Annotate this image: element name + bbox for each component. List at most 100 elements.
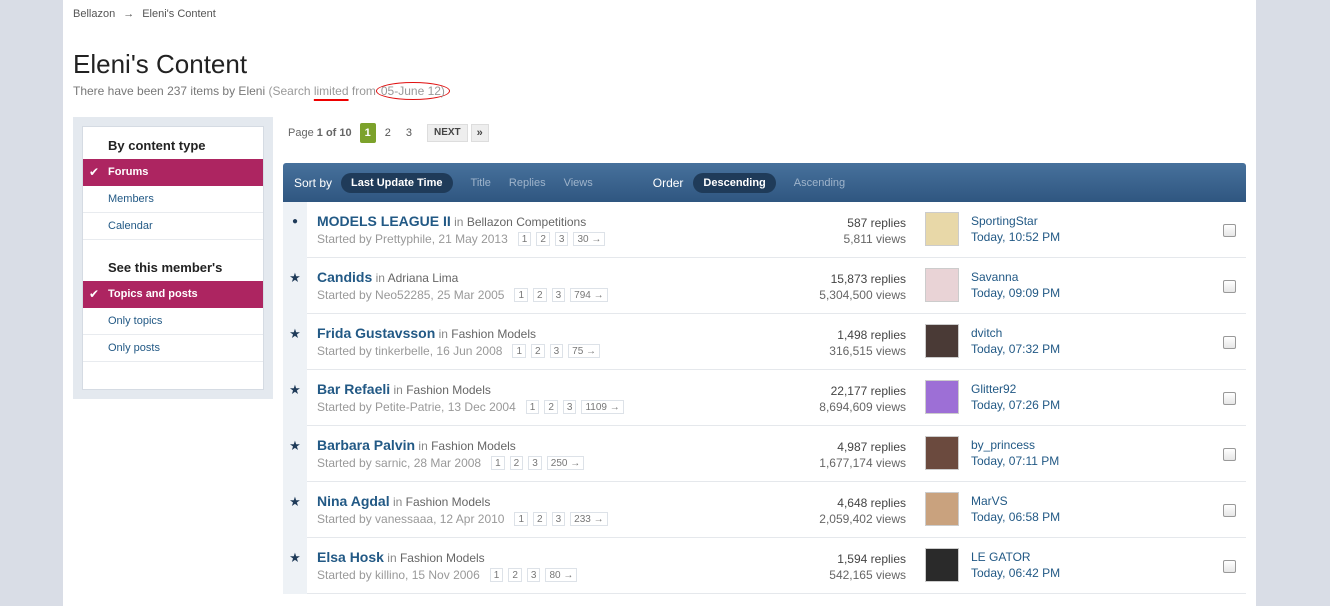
topic-page-link[interactable]: 1 bbox=[514, 288, 529, 302]
unread-dot-icon: ● bbox=[291, 216, 299, 227]
last-post-time[interactable]: Today, 07:26 PM bbox=[971, 397, 1060, 413]
last-poster-link[interactable]: LE GATOR bbox=[971, 549, 1060, 565]
select-checkbox[interactable] bbox=[1223, 448, 1236, 461]
topic-page-link[interactable]: 3 bbox=[549, 344, 564, 358]
topic-heading: Candids in Adriana Lima bbox=[317, 269, 458, 285]
topic-last-page-link[interactable]: 30 → bbox=[573, 232, 606, 246]
breadcrumb-home-link[interactable]: Bellazon bbox=[73, 8, 115, 20]
page-link-1[interactable]: 1 bbox=[359, 123, 376, 143]
select-checkbox[interactable] bbox=[1223, 280, 1236, 293]
topic-forum-link[interactable]: Bellazon Competitions bbox=[467, 215, 586, 229]
topic-title-link[interactable]: Bar Refaeli bbox=[317, 381, 390, 397]
avatar[interactable] bbox=[925, 212, 959, 246]
topic-page-link[interactable]: 1 bbox=[517, 232, 532, 246]
last-post-time[interactable]: Today, 07:32 PM bbox=[971, 341, 1060, 357]
topic-page-link[interactable]: 1 bbox=[514, 512, 529, 526]
topic-page-link[interactable]: 2 bbox=[509, 456, 524, 470]
select-checkbox[interactable] bbox=[1223, 336, 1236, 349]
topic-page-link[interactable]: 2 bbox=[531, 344, 545, 358]
avatar[interactable] bbox=[925, 268, 959, 302]
topic-page-link[interactable]: 3 bbox=[528, 456, 542, 470]
sort-views-button[interactable]: Views bbox=[564, 177, 593, 189]
last-post-time[interactable]: Today, 10:52 PM bbox=[971, 229, 1060, 245]
last-page-button[interactable]: » bbox=[470, 124, 489, 142]
topic-last-page-link[interactable]: 250 → bbox=[546, 456, 585, 470]
topic-last-page-link[interactable]: 233 → bbox=[570, 512, 608, 526]
topic-page-link[interactable]: 2 bbox=[536, 232, 550, 246]
topic-forum-link[interactable]: Fashion Models bbox=[406, 383, 491, 397]
last-post-time[interactable]: Today, 09:09 PM bbox=[971, 285, 1060, 301]
last-poster-link[interactable]: by_princess bbox=[971, 437, 1059, 453]
topic-page-link[interactable]: 3 bbox=[551, 288, 566, 302]
table-row: ★ Frida Gustavsson in Fashion Models Sta… bbox=[283, 314, 1246, 370]
last-post-time[interactable]: Today, 07:11 PM bbox=[971, 453, 1059, 469]
topic-forum-link[interactable]: Fashion Models bbox=[431, 439, 516, 453]
avatar[interactable] bbox=[925, 380, 959, 414]
topic-last-page-link[interactable]: 80 → bbox=[545, 568, 578, 582]
topic-forum-link[interactable]: Adriana Lima bbox=[388, 271, 459, 285]
select-checkbox[interactable] bbox=[1223, 224, 1236, 237]
topic-page-link[interactable]: 1 bbox=[525, 400, 540, 414]
topic-title-link[interactable]: Frida Gustavsson bbox=[317, 325, 435, 341]
sort-replies-button[interactable]: Replies bbox=[509, 177, 546, 189]
topic-replies: 1,498 replies bbox=[837, 328, 906, 342]
order-descending-button[interactable]: Descending bbox=[693, 172, 776, 193]
topic-page-link[interactable]: 3 bbox=[551, 512, 566, 526]
table-row: ★ Elsa Hosk in Fashion Models Started by… bbox=[283, 538, 1246, 594]
topic-title-link[interactable]: Barbara Palvin bbox=[317, 437, 415, 453]
topic-title-link[interactable]: Elsa Hosk bbox=[317, 549, 384, 565]
topic-page-link[interactable]: 1 bbox=[491, 456, 505, 470]
avatar[interactable] bbox=[925, 492, 959, 526]
topic-page-link[interactable]: 3 bbox=[526, 568, 541, 582]
avatar[interactable] bbox=[925, 324, 959, 358]
row-marker-column: ● bbox=[283, 202, 307, 258]
sidebar-item-label: Only posts bbox=[108, 342, 160, 354]
topic-page-link[interactable]: 2 bbox=[533, 288, 547, 302]
sort-title-button[interactable]: Title bbox=[471, 177, 491, 189]
select-checkbox[interactable] bbox=[1223, 504, 1236, 517]
order-ascending-button[interactable]: Ascending bbox=[794, 177, 845, 189]
topic-page-link[interactable]: 3 bbox=[554, 232, 569, 246]
topic-forum-link[interactable]: Fashion Models bbox=[406, 495, 491, 509]
sort-bar: Sort by Last Update Time Title Replies V… bbox=[283, 163, 1246, 202]
sidebar-item-calendar[interactable]: Calendar bbox=[83, 213, 263, 240]
sidebar: By content type ✔ Forums Members Calendar… bbox=[73, 117, 273, 399]
avatar[interactable] bbox=[925, 548, 959, 582]
select-checkbox[interactable] bbox=[1223, 560, 1236, 573]
sidebar-item-only-topics[interactable]: Only topics bbox=[83, 308, 263, 335]
sidebar-item-forums[interactable]: ✔ Forums bbox=[83, 159, 263, 186]
star-icon: ★ bbox=[289, 382, 301, 397]
topic-last-page-link[interactable]: 1109 → bbox=[581, 400, 624, 414]
last-poster-link[interactable]: Glitter92 bbox=[971, 381, 1060, 397]
topic-last-page-link[interactable]: 75 → bbox=[568, 344, 601, 358]
sidebar-item-topics-and-posts[interactable]: ✔ Topics and posts bbox=[83, 281, 263, 308]
last-poster-link[interactable]: dvitch bbox=[971, 325, 1060, 341]
sort-last-update-button[interactable]: Last Update Time bbox=[341, 172, 453, 193]
breadcrumb-current[interactable]: Eleni's Content bbox=[142, 8, 216, 20]
next-page-button[interactable]: NEXT bbox=[427, 124, 468, 142]
page-link-3[interactable]: 3 bbox=[400, 123, 418, 143]
topic-title-link[interactable]: MODELS LEAGUE II bbox=[317, 213, 451, 229]
topic-page-link[interactable]: 2 bbox=[508, 568, 522, 582]
topic-page-link[interactable]: 2 bbox=[544, 400, 558, 414]
topic-page-link[interactable]: 1 bbox=[489, 568, 504, 582]
topic-page-link[interactable]: 1 bbox=[512, 344, 527, 358]
last-poster-link[interactable]: Savanna bbox=[971, 269, 1060, 285]
topic-page-link[interactable]: 2 bbox=[533, 512, 547, 526]
avatar[interactable] bbox=[925, 436, 959, 470]
topic-last-page-link[interactable]: 794 → bbox=[570, 288, 608, 302]
last-poster-link[interactable]: SportingStar bbox=[971, 213, 1060, 229]
sidebar-item-members[interactable]: Members bbox=[83, 186, 263, 213]
topic-title-link[interactable]: Candids bbox=[317, 269, 372, 285]
topic-started-text: Started by Petite-Patrie, 13 Dec 2004 bbox=[317, 400, 516, 414]
last-poster-link[interactable]: MarVS bbox=[971, 493, 1060, 509]
page-link-2[interactable]: 2 bbox=[379, 123, 397, 143]
sidebar-item-only-posts[interactable]: Only posts bbox=[83, 335, 263, 362]
select-checkbox[interactable] bbox=[1223, 392, 1236, 405]
topic-page-link[interactable]: 3 bbox=[562, 400, 577, 414]
last-post-time[interactable]: Today, 06:42 PM bbox=[971, 565, 1060, 581]
last-post-time[interactable]: Today, 06:58 PM bbox=[971, 509, 1060, 525]
topic-forum-link[interactable]: Fashion Models bbox=[451, 327, 536, 341]
topic-title-link[interactable]: Nina Agdal bbox=[317, 493, 390, 509]
topic-forum-link[interactable]: Fashion Models bbox=[400, 551, 485, 565]
